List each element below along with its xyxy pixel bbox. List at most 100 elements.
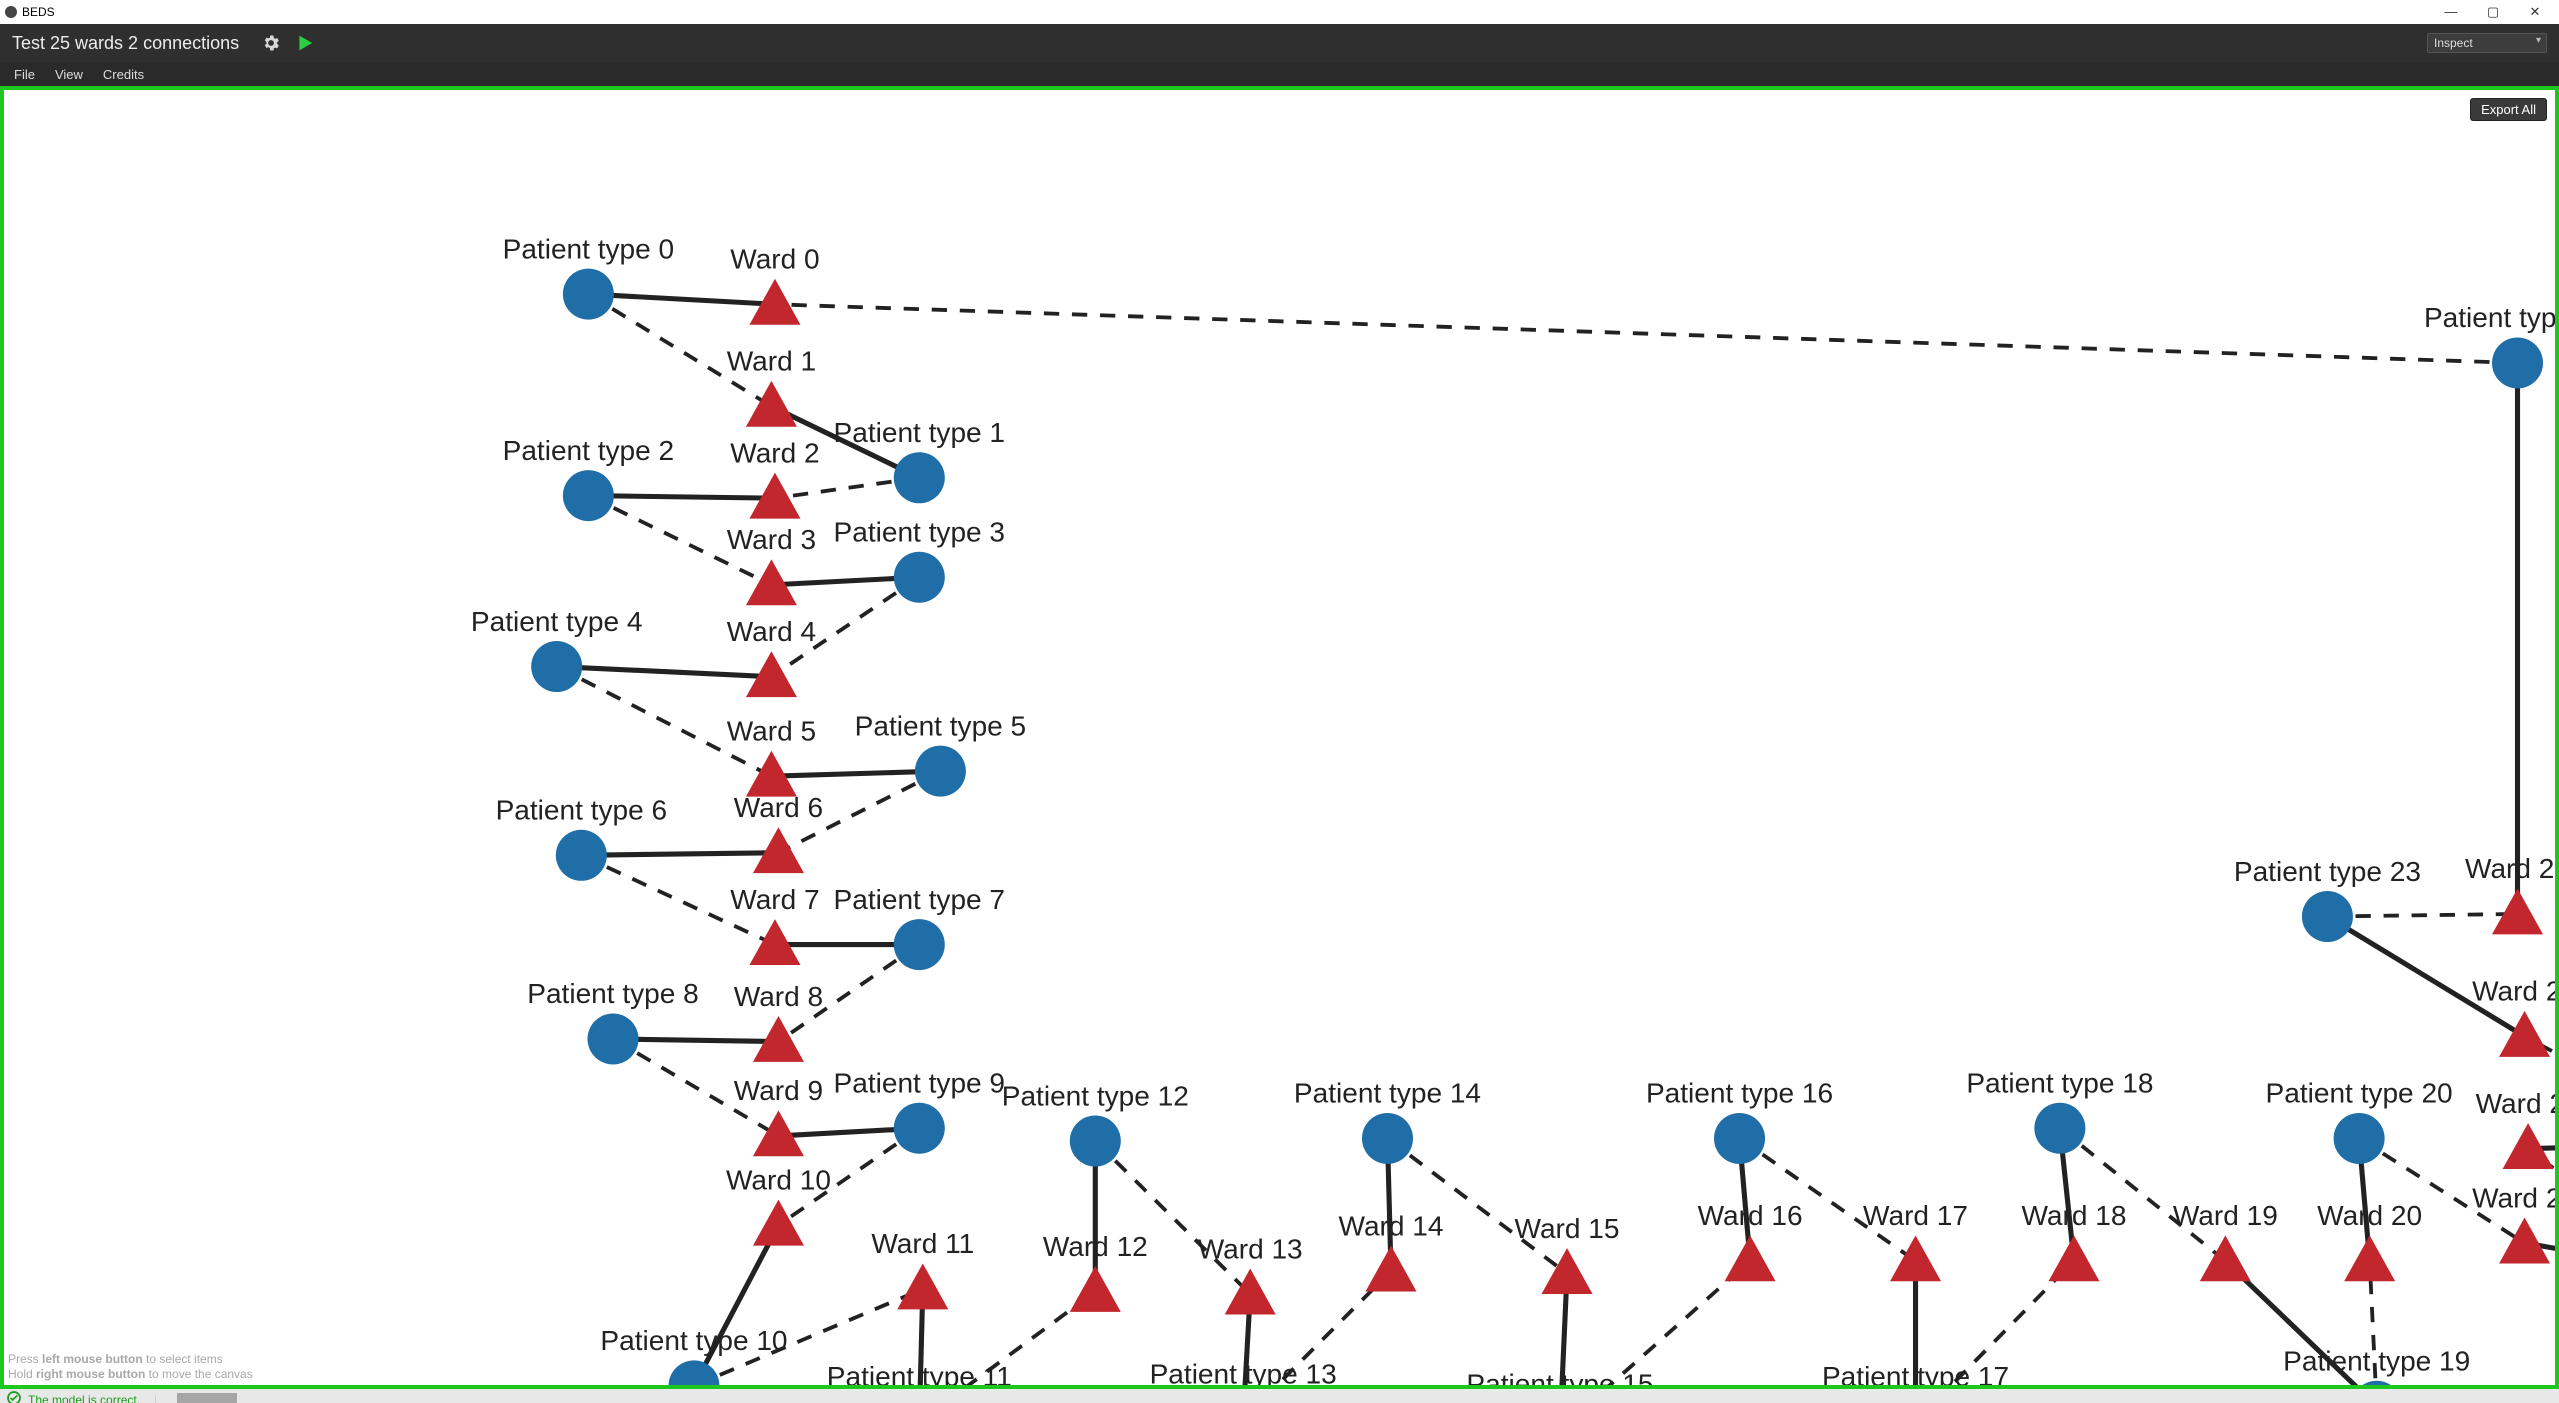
inspect-select[interactable]: Inspect [2427, 33, 2547, 53]
ward-node[interactable] [2499, 1011, 2550, 1057]
ward-node[interactable] [753, 1200, 804, 1246]
patient-label: Patient type 24 [2424, 302, 2555, 333]
page-title: Test 25 wards 2 connections [12, 33, 239, 54]
ward-node[interactable] [1725, 1235, 1776, 1281]
ward-label: Ward 2 [730, 437, 819, 468]
edge[interactable] [2060, 1128, 2225, 1261]
ward-label: Ward 8 [734, 981, 823, 1012]
app-icon [4, 5, 18, 19]
graph-canvas[interactable]: Ward 0Ward 1Ward 2Ward 3Ward 4Ward 5Ward… [4, 90, 2555, 1389]
ward-node[interactable] [2492, 888, 2543, 934]
patient-node[interactable] [1362, 1113, 1413, 1164]
settings-gear-icon[interactable] [261, 33, 281, 53]
edge[interactable] [557, 667, 772, 677]
ward-label: Ward 15 [1515, 1213, 1620, 1244]
ward-label: Ward 22 [2476, 1088, 2555, 1119]
patient-node[interactable] [894, 1103, 945, 1154]
patient-label: Patient type 17 [1822, 1361, 2009, 1389]
ward-label: Ward 14 [1339, 1210, 1444, 1241]
patient-label: Patient type 16 [1646, 1078, 1833, 1109]
menu-file[interactable]: File [14, 67, 35, 82]
ward-node[interactable] [1542, 1248, 1593, 1294]
patient-node[interactable] [1714, 1113, 1765, 1164]
ward-label: Ward 18 [2021, 1200, 2126, 1231]
hint-line-2: Hold right mouse button to move the canv… [8, 1367, 253, 1383]
ward-node[interactable] [746, 381, 797, 427]
edge[interactable] [1095, 1141, 1250, 1294]
ward-label: Ward 7 [730, 884, 819, 915]
ward-label: Ward 20 [2317, 1200, 2422, 1231]
patient-label: Patient type 0 [503, 233, 675, 264]
patient-label: Patient type 2 [503, 435, 675, 466]
window-maximize-button[interactable]: ▢ [2481, 4, 2505, 20]
inspect-dropdown-wrap: Inspect [2427, 33, 2547, 53]
ward-node[interactable] [753, 827, 804, 873]
ward-label: Ward 19 [2173, 1200, 2278, 1231]
window-close-button[interactable]: ✕ [2523, 4, 2547, 20]
ward-label: Ward 1 [727, 346, 816, 377]
mouse-hints: Press left mouse button to select items … [8, 1350, 253, 1385]
patient-node[interactable] [894, 452, 945, 503]
ward-node[interactable] [1070, 1266, 1121, 1312]
patient-label: Patient type 11 [827, 1361, 1012, 1389]
edge[interactable] [1387, 1138, 1567, 1273]
edge[interactable] [581, 853, 778, 856]
patient-node[interactable] [915, 746, 966, 797]
window-minimize-button[interactable]: — [2439, 4, 2463, 20]
ward-node[interactable] [2048, 1235, 2099, 1281]
patient-label: Patient type 1 [834, 417, 1006, 448]
patient-label: Patient type 3 [834, 517, 1006, 548]
patient-node[interactable] [894, 552, 945, 603]
ward-label: Ward 12 [1043, 1231, 1148, 1262]
patient-label: Patient type 8 [527, 978, 699, 1009]
patient-label: Patient type 5 [855, 710, 1027, 741]
ward-label: Ward 5 [727, 715, 816, 746]
ward-node[interactable] [2200, 1235, 2251, 1281]
patient-node[interactable] [556, 830, 607, 881]
patient-node[interactable] [2492, 337, 2543, 388]
edge[interactable] [588, 294, 775, 304]
patient-label: Patient type 12 [1002, 1080, 1189, 1111]
app-title: BEDS [22, 5, 55, 19]
patient-node[interactable] [1070, 1115, 1121, 1166]
graph-canvas-wrap[interactable]: Export All Ward 0Ward 1Ward 2Ward 3Ward … [0, 86, 2559, 1389]
patient-label: Patient type 6 [496, 795, 668, 826]
patient-node[interactable] [531, 641, 582, 692]
edge[interactable] [2327, 914, 2517, 917]
ward-node[interactable] [2344, 1235, 2395, 1281]
patient-label: Patient type 14 [1294, 1078, 1481, 1109]
patient-node[interactable] [2334, 1113, 2385, 1164]
patient-node[interactable] [588, 1013, 639, 1064]
edge[interactable] [588, 496, 775, 499]
menu-credits[interactable]: Credits [103, 67, 144, 82]
patient-node[interactable] [2302, 891, 2353, 942]
export-all-button[interactable]: Export All [2470, 98, 2547, 121]
ward-label: Ward 6 [734, 792, 823, 823]
patient-node[interactable] [668, 1360, 719, 1389]
patient-node[interactable] [563, 269, 614, 320]
edge[interactable] [694, 1225, 778, 1386]
ward-node[interactable] [2499, 1218, 2550, 1264]
patient-node[interactable] [2034, 1103, 2085, 1154]
ward-label: Ward 4 [727, 616, 816, 647]
ward-node[interactable] [1225, 1269, 1276, 1315]
edge[interactable] [775, 304, 2518, 363]
status-bar: The model is correct. | [0, 1389, 2559, 1403]
status-message: The model is correct. [28, 1393, 140, 1403]
ward-label: Ward 17 [1863, 1200, 1968, 1231]
ward-label: Ward 13 [1198, 1233, 1303, 1264]
menu-view[interactable]: View [55, 67, 83, 82]
ward-node[interactable] [1366, 1246, 1417, 1292]
ward-node[interactable] [1890, 1235, 1941, 1281]
run-play-icon[interactable] [293, 32, 315, 54]
status-separator: | [154, 1393, 157, 1403]
patient-node[interactable] [563, 470, 614, 521]
patient-node[interactable] [2351, 1381, 2402, 1389]
ward-label: Ward 11 [871, 1228, 974, 1259]
ward-label: Ward 10 [726, 1164, 831, 1195]
patient-node[interactable] [894, 919, 945, 970]
status-ok-icon [6, 1390, 22, 1403]
ward-node[interactable] [897, 1263, 948, 1309]
menu-bar: File View Credits [0, 62, 2559, 86]
patient-label: Patient type 9 [834, 1068, 1006, 1099]
